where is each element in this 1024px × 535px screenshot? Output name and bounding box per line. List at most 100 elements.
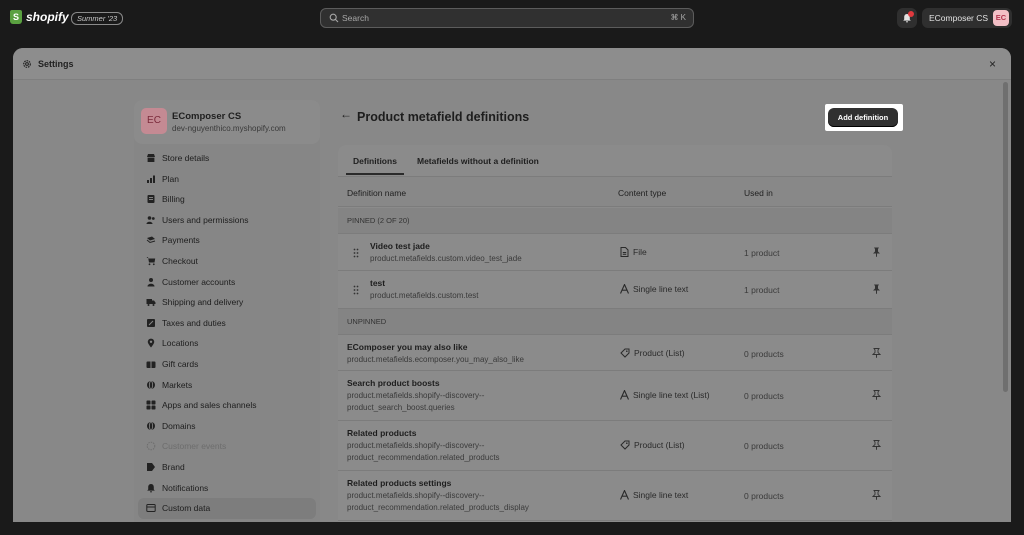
definition-key: product.metafields.shopify--discovery--p…: [347, 391, 485, 412]
column-header-used-in: Used in: [744, 188, 773, 198]
content-type-label: Single line text: [633, 490, 689, 500]
sidebar-item-plan[interactable]: Plan: [134, 169, 320, 190]
tab-metafields-without-definition[interactable]: Metafields without a definition: [417, 156, 539, 166]
used-in-count: 0 products: [744, 441, 784, 451]
store-icon: [147, 154, 155, 162]
users-icon: [146, 215, 155, 224]
close-icon[interactable]: ×: [989, 57, 996, 71]
text-icon: [620, 284, 629, 294]
sidebar-item-locations[interactable]: Locations: [134, 333, 320, 354]
gift-icon: [146, 361, 156, 368]
sidebar-item-store-details[interactable]: Store details: [134, 148, 320, 169]
sidebar-item-payments[interactable]: Payments: [134, 230, 320, 251]
content-type: Single line text (List): [620, 390, 710, 400]
modal-title: Settings: [38, 59, 74, 69]
sidebar-item-gift-cards[interactable]: Gift cards: [134, 354, 320, 375]
content-type-label: Single line text: [633, 284, 689, 294]
sidebar-item-label: Customer accounts: [162, 276, 236, 287]
sidebar-item-domains[interactable]: Domains: [134, 416, 320, 437]
content-type-label: Product (List): [634, 348, 685, 358]
cart-icon: [146, 256, 156, 266]
sidebar-item-custom-data[interactable]: Custom data: [138, 498, 316, 519]
sidebar-item-brand[interactable]: Brand: [134, 457, 320, 478]
used-in-count: 0 products: [744, 349, 784, 359]
text-icon: [620, 390, 629, 400]
sidebar-item-label: Markets: [162, 379, 193, 390]
definition-key: product.metafields.shopify--discovery--p…: [347, 441, 500, 462]
bottom-band: [0, 522, 1024, 535]
column-header-name[interactable]: Definition name: [347, 188, 406, 198]
used-in-count: 0 products: [744, 491, 784, 501]
pin-outline-icon[interactable]: [872, 390, 881, 400]
tax-icon: [147, 318, 155, 327]
pin-outline-icon[interactable]: [872, 348, 881, 358]
sidebar-item-notifications[interactable]: Notifications: [134, 478, 320, 499]
store-menu-label: EComposer CS: [929, 13, 989, 23]
back-button[interactable]: ←: [340, 107, 352, 121]
sidebar-item-label: Store details: [162, 153, 210, 163]
sidebar-item-shipping[interactable]: Shipping and delivery: [134, 292, 320, 313]
top-bar: S shopify Summer '23 Search ⌘ K ECompose…: [0, 0, 1024, 36]
definition-name: Related products settings: [347, 478, 452, 488]
tab-definitions[interactable]: Definitions: [353, 156, 397, 166]
edition-badge[interactable]: Summer '23: [71, 12, 124, 25]
table-row[interactable]: Related products product.metafields.shop…: [338, 421, 892, 471]
table-row[interactable]: Search product boosts product.metafields…: [338, 371, 892, 421]
tab-bar: Definitions Metafields without a definit…: [338, 145, 892, 177]
notifications-button[interactable]: [897, 8, 917, 28]
events-icon: [146, 442, 156, 451]
sidebar-item-label: Taxes and duties: [162, 317, 226, 328]
search-input[interactable]: Search ⌘ K: [320, 8, 694, 28]
definition-key: product.metafields.custom.test: [370, 291, 479, 300]
sidebar-item-billing[interactable]: Billing: [134, 189, 320, 210]
sidebar-item-label: Domains: [162, 420, 196, 431]
store-name: EComposer CS: [172, 111, 242, 122]
content-type: Single line text: [620, 284, 688, 294]
sidebar-item-checkout[interactable]: Checkout: [134, 251, 320, 272]
apps-icon: [146, 400, 156, 410]
store-menu-button[interactable]: EComposer CS EC: [922, 8, 1012, 28]
sidebar-item-customer-accounts[interactable]: Customer accounts: [134, 272, 320, 293]
location-icon: [147, 338, 155, 348]
sidebar-item-label: Checkout: [162, 255, 198, 266]
definitions-card: Definitions Metafields without a definit…: [338, 145, 892, 522]
sidebar-item-apps[interactable]: Apps and sales channels: [134, 395, 320, 416]
bell-icon: [147, 483, 155, 492]
sidebar-item-label: Custom data: [162, 503, 211, 514]
scrollbar[interactable]: [1003, 82, 1008, 392]
sidebar-item-label: Customer events: [162, 441, 227, 452]
pin-outline-icon[interactable]: [872, 490, 881, 500]
table-row[interactable]: Related products settings product.metafi…: [338, 471, 892, 521]
sidebar-item-label: Plan: [162, 173, 180, 184]
table-row[interactable]: Video test jade product.metafields.custo…: [338, 234, 892, 271]
sidebar-item-markets[interactable]: Markets: [134, 375, 320, 396]
add-definition-button[interactable]: Add definition: [828, 108, 898, 127]
table-header: Definition name Content type Used in: [338, 177, 892, 207]
truck-icon: [146, 299, 156, 307]
table-row[interactable]: EComposer you may also like product.meta…: [338, 335, 892, 371]
sidebar-item-customer-events[interactable]: Customer events: [134, 436, 320, 457]
column-header-content-type: Content type: [618, 188, 667, 198]
content-type-label: Single line text (List): [633, 390, 710, 400]
sidebar-item-users[interactable]: Users and permissions: [134, 210, 320, 231]
table-row[interactable]: test product.metafields.custom.test Sing…: [338, 271, 892, 309]
drag-handle-icon[interactable]: [353, 248, 359, 258]
pin-outline-icon[interactable]: [872, 440, 881, 450]
shopify-logo[interactable]: S shopify: [10, 10, 69, 24]
drag-handle-icon[interactable]: [353, 285, 359, 295]
pinned-section-header: PINNED (2 OF 20): [338, 208, 892, 234]
store-card[interactable]: EC EComposer CS dev-nguyenthico.myshopif…: [134, 100, 320, 144]
active-tab-indicator: [346, 173, 404, 175]
sidebar-item-taxes[interactable]: Taxes and duties: [134, 313, 320, 334]
store-avatar: EC: [141, 108, 167, 134]
sidebar-item-label: Apps and sales channels: [162, 400, 257, 411]
content-type: File: [620, 247, 647, 257]
pin-icon[interactable]: [872, 247, 881, 257]
definition-name: test: [370, 278, 386, 288]
pin-icon[interactable]: [872, 284, 881, 294]
logo-text: shopify: [26, 10, 69, 24]
payments-icon: [146, 236, 156, 244]
definition-name: Related products: [347, 428, 417, 438]
plan-icon: [147, 175, 155, 183]
product-tag-icon: [620, 440, 630, 450]
